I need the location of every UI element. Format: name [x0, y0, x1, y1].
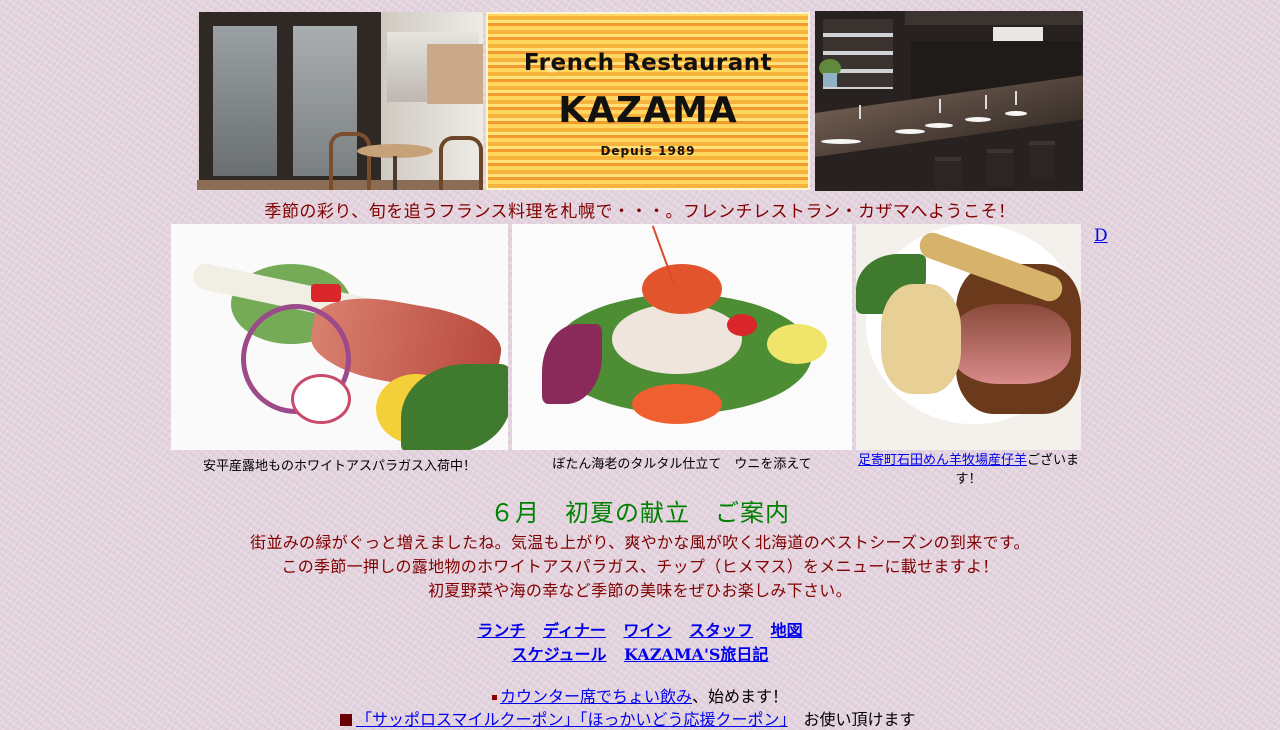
wine-glass: [1015, 91, 1017, 105]
lamb-slice: [951, 304, 1071, 384]
logo-name: KAZAMA: [558, 90, 738, 131]
radish: [291, 374, 351, 424]
door-glass-left: [213, 26, 277, 176]
bullet-square-icon: [491, 695, 497, 700]
bar-stool: [1029, 141, 1055, 179]
lamb-farm-link[interactable]: 足寄町石田めん羊牧場産仔羊: [858, 453, 1027, 468]
ceiling: [905, 11, 1083, 25]
counter-drinks-link[interactable]: カウンター席でちょい飲み: [500, 687, 692, 706]
lamb-dish-photo: [856, 224, 1081, 450]
plate: [965, 117, 991, 122]
tomato-jelly: [632, 384, 722, 424]
welcome-tagline: 季節の彩り、旬を追うフランス料理を札幌で・・・。フレンチレストラン・カザマへよう…: [264, 202, 1016, 222]
intro-line: この季節一押しの露地物のホワイトアスパラガス、チップ（ヒメマス）をメニューに載せ…: [281, 557, 999, 576]
nav-schedule[interactable]: スケジュール: [512, 645, 607, 664]
news-item-suffix: 、始めます！: [692, 687, 789, 706]
news-item: カウンター席でちょい飲み、始めます！: [0, 683, 1280, 707]
shrimp-tartare-photo: [512, 224, 852, 450]
building: [427, 44, 483, 104]
sauce: [767, 324, 827, 364]
menu-title: ６月 初夏の献立 ご案内: [490, 499, 790, 527]
secondary-nav: スケジュール KAZAMA'S旅日記: [0, 641, 1280, 665]
logo-since: Depuis 1989: [600, 144, 696, 158]
botan-shrimp: [642, 264, 722, 314]
fritter: [881, 284, 961, 394]
tomato: [311, 284, 341, 302]
plate: [895, 129, 925, 134]
plant-pot: [823, 73, 837, 87]
intro-line: 街並みの緑がぐっと増えましたね。気温も上がり、爽やかな風が吹く北海道のベストシー…: [250, 533, 1030, 552]
storefront-photo: [197, 12, 483, 190]
bar-stool: [987, 149, 1013, 187]
plate: [925, 123, 953, 128]
main-nav: ランチ ディナー ワイン スタッフ 地図: [0, 617, 1280, 641]
tomato: [727, 314, 757, 336]
nav-wine[interactable]: ワイン: [623, 621, 671, 640]
plate: [821, 139, 861, 144]
wine-glass: [859, 105, 861, 119]
table-leg: [393, 156, 397, 190]
counter-seating-photo: [815, 11, 1083, 191]
bullet-square-icon: [340, 714, 352, 726]
nav-dinner[interactable]: ディナー: [543, 621, 606, 640]
side-link[interactable]: D: [1094, 226, 1108, 246]
nav-map[interactable]: 地図: [771, 621, 803, 640]
dish1-caption: 安平産露地ものホワイトアスパラガス入荷中！: [202, 459, 476, 474]
asparagus-dish-photo: [171, 224, 508, 450]
intro-line: 初夏野菜や海の幸など季節の美味をぜひお楽しみ下さい。: [428, 581, 852, 600]
cafe-chair: [439, 136, 483, 190]
side-link-anchor[interactable]: D: [1094, 226, 1108, 246]
nav-travel-diary[interactable]: KAZAMA'S旅日記: [624, 645, 768, 664]
dish2-caption: ぼたん海老のタルタル仕立て ウニを添えて: [552, 457, 812, 472]
wine-glass: [985, 95, 987, 109]
bar-stool: [935, 157, 961, 191]
dish3-caption: 足寄町石田めん羊牧場産仔羊ございます！: [856, 451, 1081, 489]
air-conditioner: [993, 27, 1043, 41]
plate: [1005, 111, 1027, 116]
logo-subtitle: French Restaurant: [523, 50, 773, 76]
nav-lunch[interactable]: ランチ: [477, 621, 525, 640]
cafe-chair: [329, 132, 371, 190]
news-item: 「サッポロスマイルクーポン」「ほっかいどう応援クーポン」 お使い頂けます: [340, 706, 916, 730]
nav-staff[interactable]: スタッフ: [689, 621, 753, 640]
restaurant-logo: French Restaurant KAZAMA Depuis 1989: [486, 12, 810, 190]
shrimp-tartare: [612, 304, 742, 374]
wine-glass: [939, 99, 941, 113]
